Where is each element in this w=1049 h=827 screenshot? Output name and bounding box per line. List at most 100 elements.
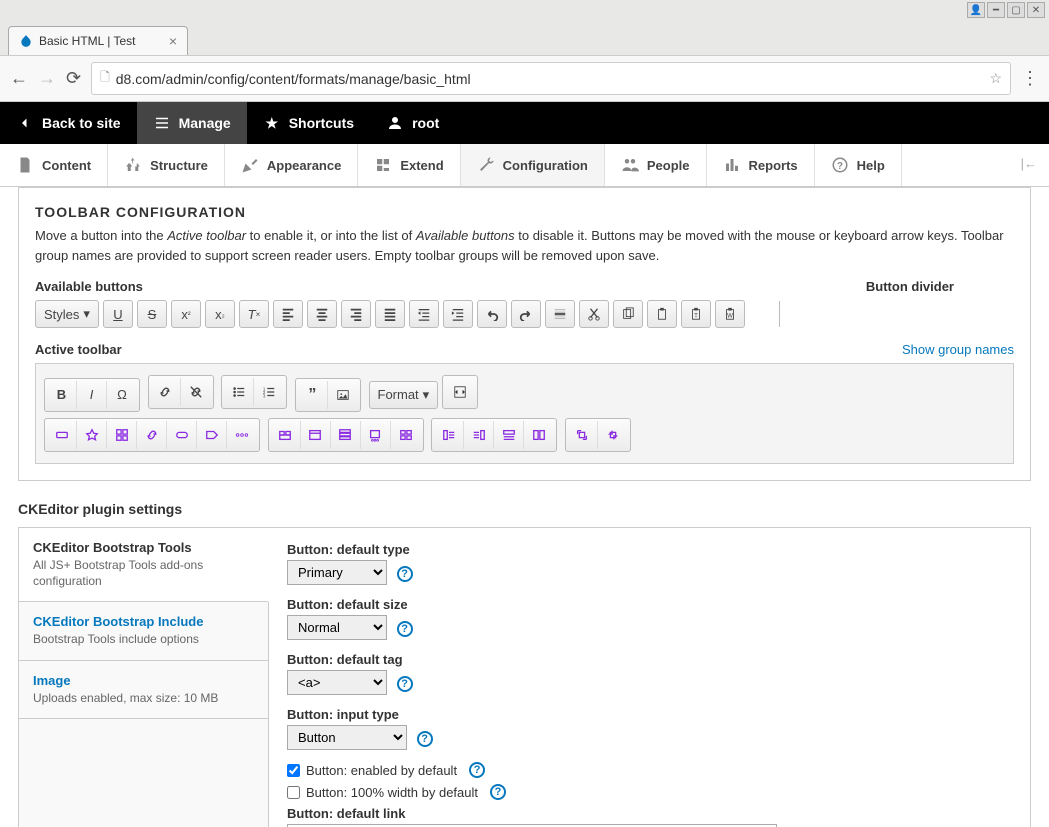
outdent-button[interactable]	[409, 300, 439, 328]
show-group-names-link[interactable]: Show group names	[902, 342, 1014, 357]
tab-close-icon[interactable]: ×	[169, 33, 177, 49]
undo-button[interactable]	[477, 300, 507, 328]
enabled-checkbox[interactable]	[287, 764, 300, 777]
menu-content[interactable]: Content	[0, 144, 108, 186]
bs-badge-button[interactable]	[167, 421, 197, 449]
cut-button[interactable]	[579, 300, 609, 328]
help-icon[interactable]: ?	[397, 621, 413, 637]
manage-tab[interactable]: Manage	[137, 102, 247, 144]
bs-label-button[interactable]	[197, 421, 227, 449]
bs-col-split-button[interactable]	[524, 421, 554, 449]
vtab-image[interactable]: Image Uploads enabled, max size: 10 MB	[19, 661, 268, 720]
active-toolbar-label: Active toolbar	[35, 342, 122, 357]
vtab-bootstrap-include[interactable]: CKEditor Bootstrap Include Bootstrap Too…	[19, 602, 268, 661]
special-char-button[interactable]: Ω	[107, 381, 137, 409]
plugin-settings-heading: CKEditor plugin settings	[18, 501, 1031, 517]
toolbar-orientation-toggle[interactable]: |←	[1009, 144, 1049, 186]
bs-carousel-button[interactable]	[361, 421, 391, 449]
nav-back[interactable]: ←	[10, 68, 28, 89]
menu-help[interactable]: ? Help	[815, 144, 902, 186]
user-tab[interactable]: root	[370, 102, 455, 144]
button-divider[interactable]	[779, 301, 780, 327]
bold-button[interactable]: B	[47, 381, 77, 409]
menu-structure[interactable]: Structure	[108, 144, 225, 186]
browser-tab[interactable]: Basic HTML | Test ×	[8, 26, 188, 55]
menu-people[interactable]: People	[605, 144, 707, 186]
bs-grid-button[interactable]	[107, 421, 137, 449]
user-menu-btn[interactable]: 👤	[967, 2, 985, 18]
bs-breadcrumb-button[interactable]	[227, 421, 257, 449]
subscript-button[interactable]: x₂	[205, 300, 235, 328]
bs-tabs-button[interactable]	[271, 421, 301, 449]
align-center-button[interactable]	[307, 300, 337, 328]
remove-format-button[interactable]: T×	[239, 300, 269, 328]
url-bar[interactable]: 🗋 d8.com/admin/config/content/formats/ma…	[91, 62, 1011, 95]
help-icon[interactable]: ?	[397, 566, 413, 582]
menu-configuration[interactable]: Configuration	[461, 144, 605, 186]
link-button[interactable]	[151, 378, 181, 406]
blockquote-button[interactable]: ”	[298, 381, 328, 409]
bs-accordion-button[interactable]	[331, 421, 361, 449]
align-justify-button[interactable]	[375, 300, 405, 328]
copy-button[interactable]	[613, 300, 643, 328]
bs-maximize-button[interactable]	[568, 421, 598, 449]
numbered-list-button[interactable]: 123	[254, 378, 284, 406]
default-size-select[interactable]: Normal	[287, 615, 387, 640]
fullwidth-checkbox[interactable]	[287, 786, 300, 799]
active-toolbar[interactable]: B I Ω 123 ” Format ▾	[35, 363, 1014, 464]
default-tag-select[interactable]: <a>	[287, 670, 387, 695]
bs-icon-button[interactable]	[77, 421, 107, 449]
input-type-select[interactable]: Button	[287, 725, 407, 750]
italic-button[interactable]: I	[77, 381, 107, 409]
image-button[interactable]	[328, 381, 358, 409]
default-type-select[interactable]: Primary	[287, 560, 387, 585]
bs-col-right-button[interactable]	[464, 421, 494, 449]
window-minimize[interactable]: ━	[987, 2, 1005, 18]
bs-col-full-button[interactable]	[494, 421, 524, 449]
bs-panel-button[interactable]	[301, 421, 331, 449]
help-icon[interactable]: ?	[469, 762, 485, 778]
source-button[interactable]	[445, 378, 475, 406]
strikethrough-button[interactable]: S	[137, 300, 167, 328]
back-arrow-icon	[16, 114, 34, 132]
help-icon[interactable]: ?	[490, 784, 506, 800]
paste-text-button[interactable]: T	[681, 300, 711, 328]
menu-extend[interactable]: Extend	[358, 144, 460, 186]
styles-dropdown[interactable]: Styles ▾	[35, 300, 99, 328]
help-icon[interactable]: ?	[417, 731, 433, 747]
window-maximize[interactable]: ▢	[1007, 2, 1025, 18]
input-type-label: Button: input type	[287, 707, 1012, 722]
bs-gallery-button[interactable]	[391, 421, 421, 449]
menu-appearance[interactable]: Appearance	[225, 144, 358, 186]
align-right-button[interactable]	[341, 300, 371, 328]
bs-link-button[interactable]	[137, 421, 167, 449]
unlink-button[interactable]	[181, 378, 211, 406]
help-icon[interactable]: ?	[397, 676, 413, 692]
browser-menu-icon[interactable]: ⋮	[1021, 68, 1039, 89]
menu-reports[interactable]: Reports	[707, 144, 815, 186]
paste-word-button[interactable]: W	[715, 300, 745, 328]
people-icon	[621, 156, 639, 174]
shortcuts-tab[interactable]: ★ Shortcuts	[247, 102, 370, 144]
format-dropdown[interactable]: Format ▾	[369, 381, 439, 409]
bs-col-left-button[interactable]	[434, 421, 464, 449]
bs-button-button[interactable]	[47, 421, 77, 449]
redo-button[interactable]	[511, 300, 541, 328]
paste-button[interactable]	[647, 300, 677, 328]
reports-icon	[723, 156, 741, 174]
window-close[interactable]: ✕	[1027, 2, 1045, 18]
hr-button[interactable]	[545, 300, 575, 328]
superscript-button[interactable]: x²	[171, 300, 201, 328]
bulleted-list-button[interactable]	[224, 378, 254, 406]
site-info-icon[interactable]: 🗋	[100, 68, 110, 89]
extend-icon	[374, 156, 392, 174]
underline-button[interactable]: U	[103, 300, 133, 328]
bs-minimize-button[interactable]	[598, 421, 628, 449]
nav-reload[interactable]: ⟳	[66, 68, 81, 89]
vtab-bootstrap-tools[interactable]: CKEditor Bootstrap Tools All JS+ Bootstr…	[19, 528, 269, 602]
align-left-button[interactable]	[273, 300, 303, 328]
indent-button[interactable]	[443, 300, 473, 328]
back-to-site[interactable]: Back to site	[0, 102, 137, 144]
bookmark-star-icon[interactable]: ☆	[989, 70, 1002, 87]
content-scroll-area[interactable]: TOOLBAR CONFIGURATION Move a button into…	[0, 187, 1049, 827]
